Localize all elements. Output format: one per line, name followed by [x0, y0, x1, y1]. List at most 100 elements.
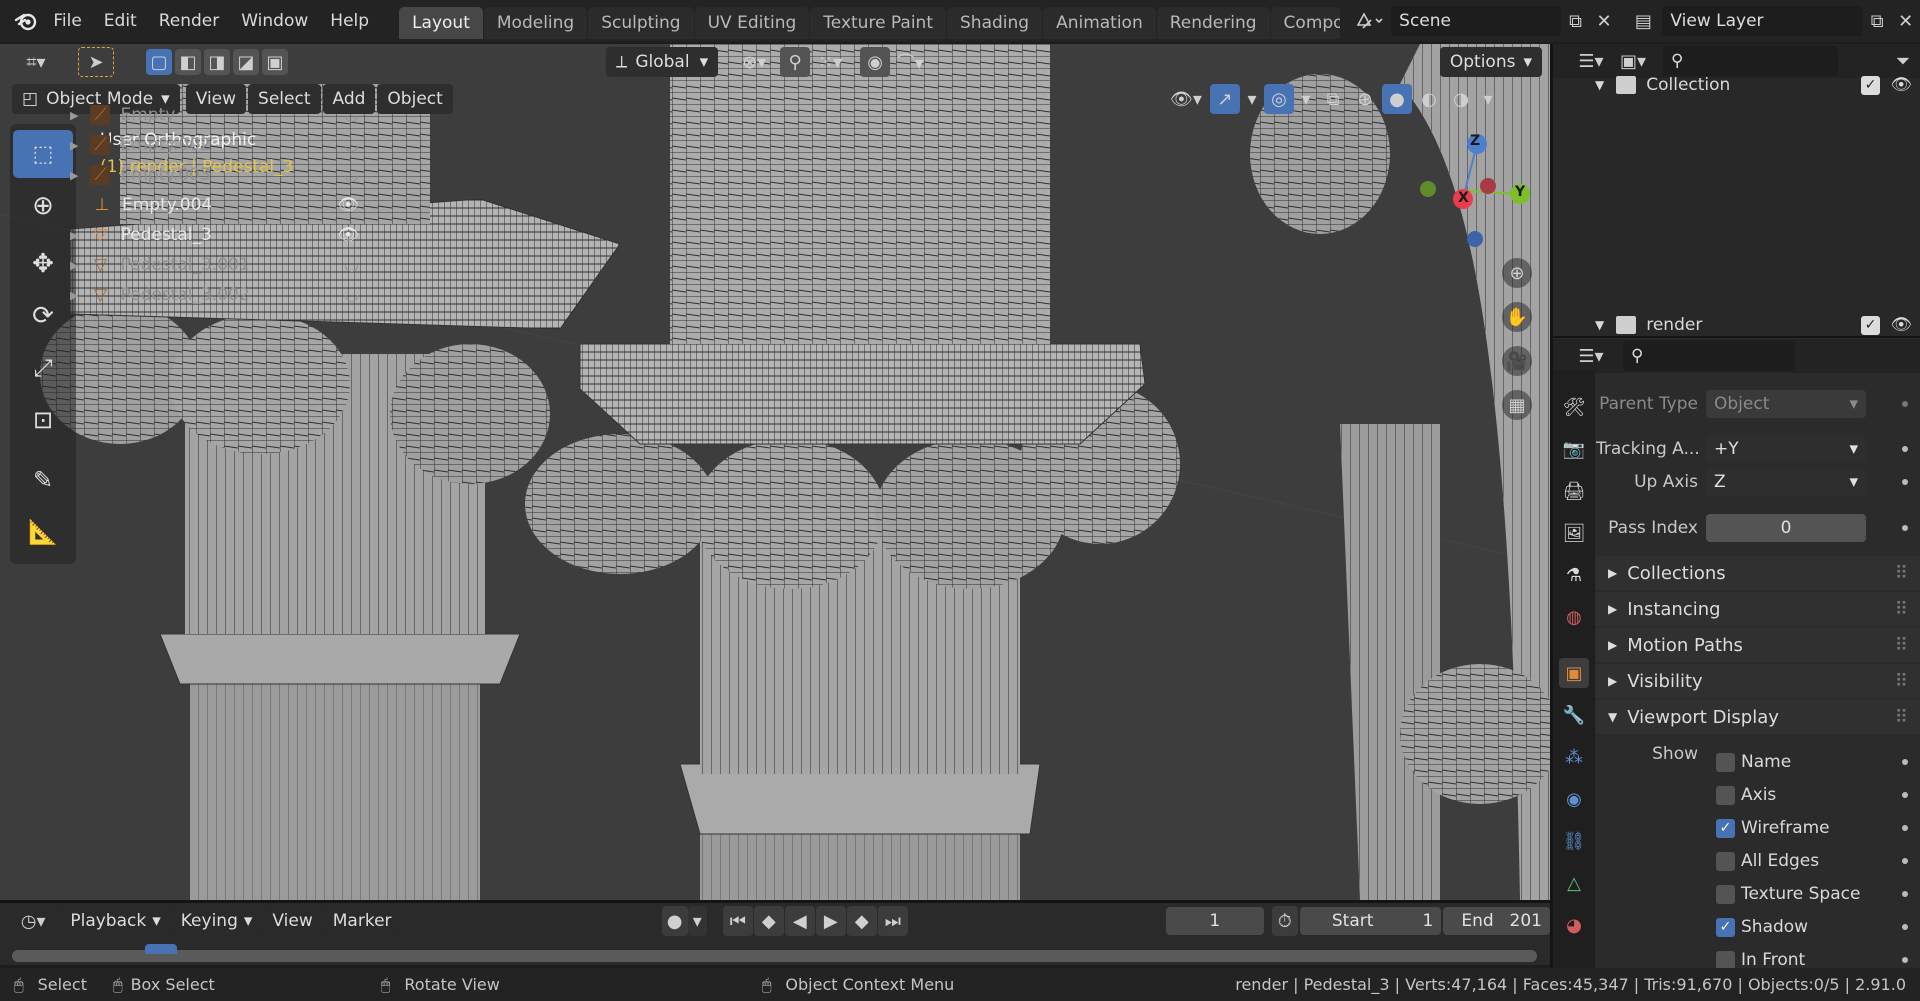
- end-frame-field[interactable]: End 201: [1443, 907, 1550, 935]
- object-tab-icon[interactable]: ▣: [1559, 658, 1589, 688]
- delete-view-layer-icon[interactable]: ✕: [1891, 6, 1920, 36]
- constraints-tab-icon[interactable]: ⛓: [1559, 826, 1589, 856]
- tool-measure[interactable]: 📐: [13, 508, 73, 556]
- checkbox[interactable]: ✓: [1716, 917, 1735, 937]
- expand-arrow-icon[interactable]: ▼: [1595, 78, 1604, 92]
- modifier-tab-icon[interactable]: 🔧: [1559, 700, 1589, 730]
- viewport-display-checkbox-row[interactable]: Axis: [1716, 781, 1920, 809]
- new-scene-icon[interactable]: ⧉: [1561, 6, 1590, 36]
- expand-arrow-icon[interactable]: ▼: [1595, 318, 1604, 332]
- drag-handle-icon[interactable]: ⠿: [1895, 635, 1908, 656]
- outliner-row-object[interactable]: ▶ ▽ Pedestal_3.002 ◡: [0, 280, 367, 310]
- expand-arrow-icon[interactable]: ▶: [70, 259, 78, 272]
- checkbox[interactable]: [1716, 884, 1735, 904]
- particles-tab-icon[interactable]: ⁂: [1559, 742, 1589, 772]
- mode-new-icon[interactable]: ▢: [146, 49, 172, 75]
- keyframe-dot[interactable]: [1902, 891, 1908, 897]
- expand-arrow-icon[interactable]: ▶: [70, 229, 78, 242]
- view-layer-tab-icon[interactable]: 🖼: [1559, 518, 1589, 548]
- pass-index-field[interactable]: 0: [1706, 514, 1866, 542]
- keyframe-dot[interactable]: [1902, 792, 1908, 798]
- pan-hand-icon[interactable]: ✋: [1502, 302, 1532, 332]
- jump-end-icon[interactable]: ⏭: [877, 906, 908, 936]
- checkbox[interactable]: [1716, 752, 1735, 772]
- tab-rendering[interactable]: Rendering: [1156, 7, 1270, 39]
- menu-help[interactable]: Help: [319, 0, 380, 42]
- mode-intersect-icon[interactable]: ▣: [262, 49, 288, 75]
- mode-subtract-icon[interactable]: ◨: [204, 49, 230, 75]
- mode-extend-icon[interactable]: ◧: [175, 49, 201, 75]
- keyframe-dot[interactable]: [1902, 759, 1908, 765]
- tracking-axis-dropdown[interactable]: +Y ▾: [1706, 435, 1866, 463]
- eye-icon[interactable]: 👁: [337, 225, 359, 245]
- shading-material-icon[interactable]: ◐: [1414, 84, 1444, 114]
- tab-sculpting[interactable]: Sculpting: [588, 7, 694, 39]
- tab-compositing[interactable]: Compos: [1270, 7, 1341, 39]
- expand-arrow-icon[interactable]: ▶: [70, 289, 78, 302]
- menu-object[interactable]: Object: [377, 84, 453, 114]
- mode-invert-icon[interactable]: ◪: [233, 49, 259, 75]
- transform-orientation-dropdown[interactable]: ⟂ Global ▾: [606, 47, 719, 77]
- world-tab-icon[interactable]: ◍: [1559, 602, 1589, 632]
- tab-texture-paint[interactable]: Texture Paint: [810, 7, 946, 39]
- playhead[interactable]: [145, 944, 177, 954]
- up-axis-dropdown[interactable]: Z ▾: [1706, 468, 1866, 496]
- viewport-display-checkbox-row[interactable]: Name: [1716, 748, 1920, 776]
- scene-tab-icon[interactable]: ⚗: [1559, 560, 1589, 590]
- clock-icon[interactable]: ◷▾: [14, 906, 52, 936]
- drag-handle-icon[interactable]: ⠿: [1895, 671, 1908, 692]
- keyframe-dot[interactable]: [1902, 479, 1908, 485]
- jump-start-icon[interactable]: ⏮: [722, 906, 753, 936]
- panel-motion-paths[interactable]: ▶ Motion Paths ⠿: [1596, 628, 1920, 662]
- material-tab-icon[interactable]: ◕: [1559, 910, 1589, 940]
- data-tab-icon[interactable]: △: [1559, 868, 1589, 898]
- expand-arrow-icon[interactable]: ▶: [70, 139, 78, 152]
- proportional-edit-icon[interactable]: ◉: [860, 47, 891, 77]
- select-tool-icon[interactable]: ➤: [78, 47, 114, 77]
- tool-annotate[interactable]: ✎: [13, 456, 73, 504]
- scene-name-field[interactable]: Scene: [1391, 6, 1562, 36]
- tab-layout[interactable]: Layout: [399, 7, 483, 39]
- keyframe-dot[interactable]: [1902, 401, 1908, 407]
- zoom-icon[interactable]: ⊕: [1502, 258, 1532, 288]
- outliner-row-object[interactable]: ▶ ⟋ Empty.003 ◡: [0, 160, 367, 190]
- tab-modeling[interactable]: Modeling: [483, 7, 588, 39]
- checkbox[interactable]: [1716, 851, 1735, 871]
- panel-viewport-display[interactable]: ▼ Viewport Display ⠿: [1596, 700, 1920, 734]
- tab-shading[interactable]: Shading: [947, 7, 1043, 39]
- new-view-layer-icon[interactable]: ⧉: [1863, 6, 1892, 36]
- menu-edit[interactable]: Edit: [93, 0, 148, 42]
- outliner-row-object[interactable]: ▶ ⟋ Empty ◡: [0, 100, 367, 130]
- eye-icon[interactable]: 👁: [337, 195, 359, 215]
- viewport-display-checkbox-row[interactable]: All Edges: [1716, 847, 1920, 875]
- menu-marker[interactable]: Marker: [322, 906, 402, 936]
- prev-keyframe-icon[interactable]: ◆: [753, 906, 784, 936]
- timeline-scrubber[interactable]: [12, 950, 1537, 962]
- keyframe-dot[interactable]: [1902, 446, 1908, 452]
- keyframe-dot[interactable]: [1902, 957, 1908, 963]
- menu-render[interactable]: Render: [148, 0, 231, 42]
- render-checkbox[interactable]: ✓: [1861, 315, 1880, 335]
- play-icon[interactable]: ▶: [815, 906, 846, 936]
- collection-checkbox[interactable]: ✓: [1861, 75, 1880, 95]
- render-tab-icon[interactable]: 📷: [1559, 434, 1589, 464]
- editor-type-icon[interactable]: ☰▾: [1569, 341, 1613, 371]
- eye-icon[interactable]: 👁: [1890, 315, 1912, 335]
- eye-closed-icon[interactable]: ◡: [344, 285, 359, 305]
- panel-instancing[interactable]: ▶ Instancing ⠿: [1596, 592, 1920, 626]
- gizmo-toggle-icon[interactable]: ↗: [1210, 84, 1240, 114]
- menu-file[interactable]: File: [42, 0, 92, 42]
- outliner-row-object[interactable]: ⊥ Empty.004 👁: [0, 190, 367, 220]
- viewport-display-checkbox-row[interactable]: Texture Space: [1716, 880, 1920, 908]
- outliner-row-object[interactable]: ▶ ▽ Pedestal_3.001 ◡: [0, 250, 367, 280]
- menu-timeline-view[interactable]: View: [262, 906, 323, 936]
- shading-solid-icon[interactable]: ●: [1382, 84, 1412, 114]
- chevron-down-icon[interactable]: ▾: [687, 906, 707, 936]
- view-layer-field[interactable]: View Layer: [1662, 6, 1863, 36]
- blender-logo-icon[interactable]: [10, 6, 42, 36]
- drag-handle-icon[interactable]: ⠿: [1895, 707, 1908, 728]
- parent-type-dropdown[interactable]: Object ▾: [1706, 390, 1866, 418]
- chevron-down-icon[interactable]: ▾: [1478, 84, 1498, 114]
- outliner-row-collection[interactable]: ▼ Collection ✓ 👁: [1553, 70, 1920, 100]
- panel-visibility[interactable]: ▶ Visibility ⠿: [1596, 664, 1920, 698]
